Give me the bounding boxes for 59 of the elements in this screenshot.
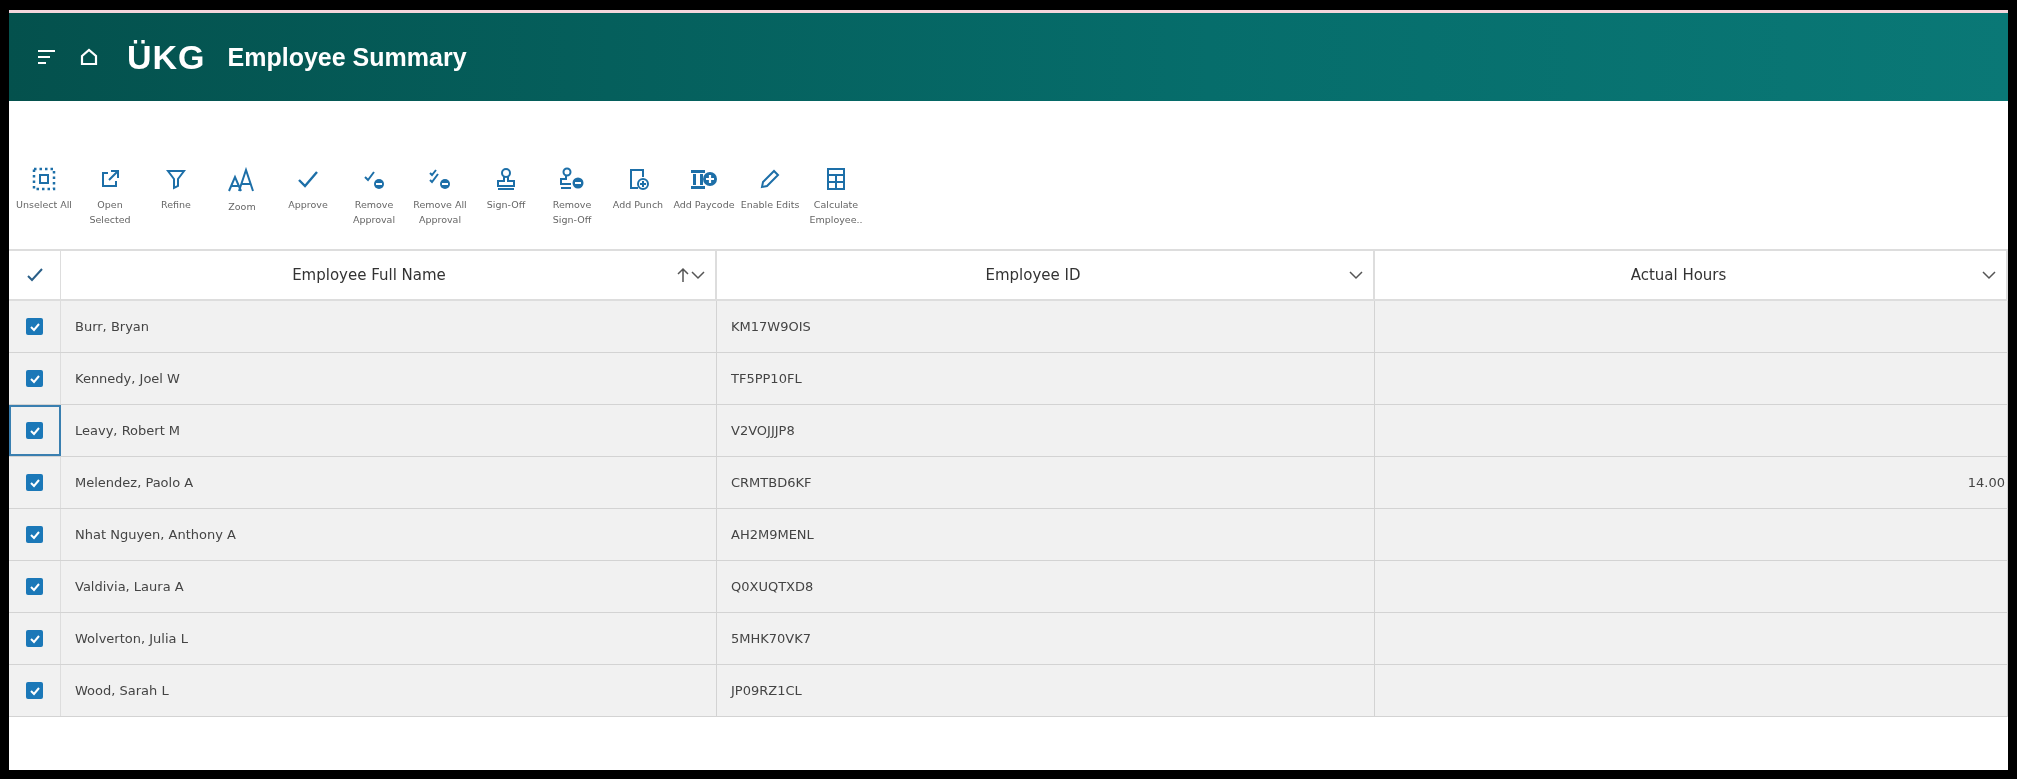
pencil-icon — [758, 167, 782, 191]
column-header[interactable]: Employee Full Name — [61, 266, 677, 284]
select-frame-icon — [32, 167, 56, 191]
sort-up-icon[interactable] — [677, 267, 689, 283]
table-cell: Wolverton, Julia L — [75, 631, 188, 646]
table-cell: Melendez, Paolo A — [75, 475, 194, 490]
table-cell: Nhat Nguyen, Anthony A — [75, 527, 236, 542]
stamp-minus-icon — [559, 167, 585, 191]
toolbar-button[interactable]: Remove Sign-Off — [539, 167, 605, 227]
chevron-down-icon[interactable] — [691, 270, 705, 280]
home-icon[interactable] — [79, 47, 99, 67]
filter-icon — [164, 167, 188, 191]
toolbar-button[interactable]: Open Selected — [77, 167, 143, 227]
text-size-icon — [227, 167, 257, 193]
page-title: Employee Summary — [227, 42, 467, 72]
toolbar-button[interactable]: Add Punch — [605, 167, 671, 212]
chevron-down-icon[interactable] — [1349, 270, 1363, 280]
table-cell: Kennedy, Joel W — [75, 371, 180, 386]
table-cell: Burr, Bryan — [75, 319, 150, 334]
toolbar-button[interactable]: Remove All Approval — [407, 167, 473, 227]
table-cell: KM17W9OIS — [731, 319, 811, 334]
chevron-down-icon[interactable] — [1982, 270, 1996, 280]
stamp-icon — [494, 167, 518, 191]
checkbox[interactable] — [26, 578, 43, 595]
toolbar-button[interactable]: Unselect All — [11, 167, 77, 212]
checkbox[interactable] — [26, 370, 43, 387]
toolbar-button[interactable]: Approve — [275, 167, 341, 212]
double-check-minus-icon — [428, 167, 452, 191]
column-header[interactable]: Employee ID — [717, 266, 1349, 284]
table-cell: CRMTBD6KF — [731, 475, 812, 490]
table-cell: JP09RZ1CL — [731, 683, 802, 698]
table-cell: TF5PP10FL — [731, 371, 802, 386]
toolbar-button[interactable]: Refine — [143, 167, 209, 212]
checkbox[interactable] — [26, 682, 43, 699]
checkbox[interactable] — [26, 318, 43, 335]
table-cell: Wood, Sarah L — [75, 683, 169, 698]
bank-plus-icon — [690, 167, 718, 191]
column-header[interactable]: Actual Hours — [1375, 266, 1982, 284]
table-cell: V2VOJJJP8 — [731, 423, 795, 438]
table-cell: 5MHK70VK7 — [731, 631, 812, 646]
calculator-icon — [825, 167, 847, 191]
toolbar-button[interactable]: Zoom — [209, 167, 275, 214]
table-cell: Valdivia, Laura A — [75, 579, 184, 594]
checkbox[interactable] — [26, 630, 43, 647]
table-cell: 14.00 — [1967, 475, 2005, 490]
logo: ÜKG — [127, 37, 206, 77]
select-all-check-icon[interactable] — [25, 266, 44, 284]
table-cell: Leavy, Robert M — [75, 423, 181, 438]
toolbar-button[interactable]: Calculate Employee.. — [803, 167, 869, 227]
menu-icon[interactable] — [37, 49, 57, 65]
checkbox[interactable] — [26, 526, 43, 543]
toolbar-button[interactable]: Enable Edits — [737, 167, 803, 212]
checkbox[interactable] — [26, 422, 43, 439]
toolbar-button[interactable]: Add Paycode — [671, 167, 737, 212]
toolbar-button[interactable]: Sign-Off — [473, 167, 539, 212]
table-cell: AH2M9MENL — [731, 527, 814, 542]
table-cell: Q0XUQTXD8 — [731, 579, 814, 594]
checkbox[interactable] — [26, 474, 43, 491]
toolbar-button[interactable]: Remove Approval — [341, 167, 407, 227]
